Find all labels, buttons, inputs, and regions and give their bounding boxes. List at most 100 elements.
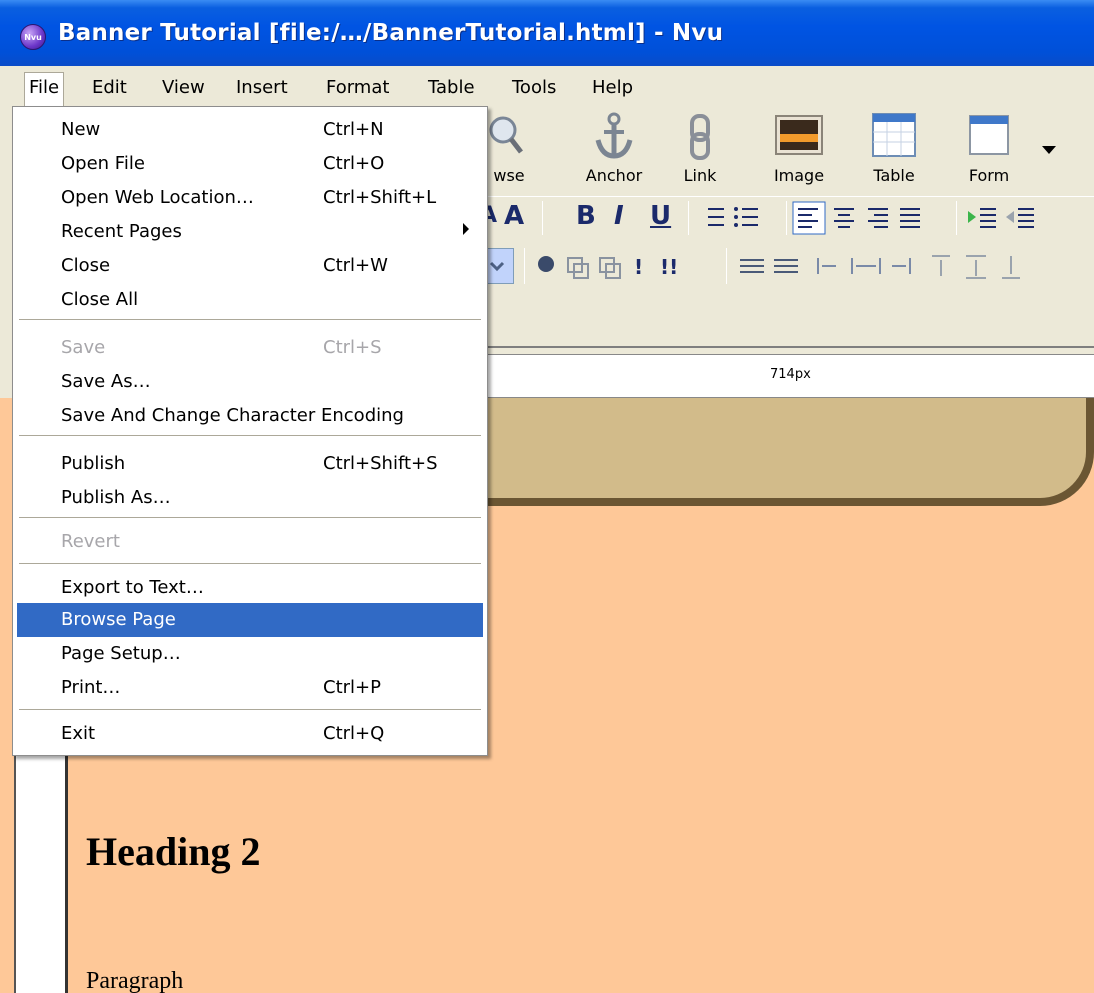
menu-separator (19, 709, 481, 711)
menu-item-new[interactable]: New Ctrl+N (17, 113, 483, 147)
menu-item-publish[interactable]: Publish Ctrl+Shift+S (17, 447, 483, 481)
bold-button[interactable]: B (576, 201, 596, 231)
image-label: Image (773, 166, 825, 185)
menu-table-label: Table (428, 77, 475, 98)
toolbar-separator (786, 201, 787, 235)
menu-table[interactable]: Table (424, 75, 479, 100)
menu-separator (19, 435, 481, 437)
larger-font-button[interactable]: A (504, 201, 524, 231)
menu-item-shortcut: Ctrl+W (323, 255, 388, 276)
menu-item-shortcut: Ctrl+Shift+S (323, 453, 438, 474)
image-icon (775, 115, 823, 155)
menu-item-publish-as[interactable]: Publish As… (17, 481, 483, 515)
toolbar-separator (688, 201, 689, 235)
menu-help-label: Help (592, 77, 634, 98)
toolbar-separator (956, 201, 957, 235)
svg-text:!!: !! (660, 255, 678, 279)
menu-item-shortcut: Ctrl+O (323, 153, 385, 174)
title-bar: Nvu Banner Tutorial [file:/…/BannerTutor… (0, 0, 1094, 66)
file-menu-dropdown: New Ctrl+N Open File Ctrl+O Open Web Locat… (12, 106, 488, 756)
menu-tools-label: Tools (512, 77, 557, 98)
menu-item-label: Export to Text… (61, 577, 204, 598)
anchor-label: Anchor (585, 166, 643, 185)
ruler: 714px (480, 354, 1094, 398)
menu-item-label: Save And Change Character Encoding (61, 405, 404, 426)
menu-view[interactable]: View (158, 75, 209, 100)
left-column (14, 748, 68, 993)
menu-item-page-setup[interactable]: Page Setup… (17, 637, 483, 671)
menu-separator (19, 517, 481, 519)
toolbar-separator (524, 248, 525, 284)
form-button[interactable]: Form (954, 108, 1024, 196)
menu-item-revert[interactable]: Revert (17, 525, 483, 559)
paragraph[interactable]: Paragraph (86, 968, 183, 993)
window-title: Banner Tutorial [file:/…/BannerTutorial.… (58, 20, 724, 46)
nvu-app-icon[interactable]: Nvu (20, 24, 46, 50)
menu-item-label: Browse Page (61, 609, 176, 630)
format-toolbar: A A B I U (480, 196, 1094, 240)
menu-edit[interactable]: Edit (88, 75, 131, 100)
list-buttons[interactable] (698, 205, 762, 231)
underline-button[interactable]: U (650, 201, 671, 231)
table-button[interactable]: Table (858, 108, 930, 196)
link-button[interactable]: Link (670, 108, 730, 196)
menu-view-label: View (162, 77, 205, 98)
composition-toolbar: wse Anchor Link Image Table Form (480, 108, 1094, 196)
toolbar-overflow-arrow-icon[interactable] (1042, 146, 1056, 154)
menu-item-label: Recent Pages (61, 221, 182, 242)
ruler-width-label: 714px (770, 367, 811, 382)
menu-insert-label: Insert (236, 77, 288, 98)
anchor-button[interactable]: Anchor (574, 108, 654, 196)
menu-tools[interactable]: Tools (508, 75, 560, 100)
menu-file-label: File (29, 77, 60, 98)
indent-buttons[interactable] (966, 205, 1046, 231)
submenu-arrow-icon (463, 223, 469, 235)
layout-buttons[interactable] (736, 252, 1086, 282)
menu-item-label: Save As… (61, 371, 151, 392)
menu-help[interactable]: Help (588, 75, 637, 100)
italic-button[interactable]: I (614, 201, 624, 231)
menu-item-save[interactable]: Save Ctrl+S (17, 331, 483, 365)
menu-item-print[interactable]: Print… Ctrl+P (17, 671, 483, 705)
menu-item-label: Open File (61, 153, 145, 174)
menu-item-shortcut: Ctrl+Q (323, 723, 385, 744)
menu-item-exit[interactable]: Exit Ctrl+Q (17, 717, 483, 751)
table-icon (872, 113, 916, 157)
menu-item-save-as[interactable]: Save As… (17, 365, 483, 399)
banner (480, 398, 1094, 506)
menu-format[interactable]: Format (322, 75, 393, 100)
form-icon (969, 115, 1009, 155)
menu-item-shortcut: Ctrl+S (323, 337, 382, 358)
menu-insert[interactable]: Insert (232, 75, 292, 100)
menu-item-label: Publish As… (61, 487, 171, 508)
image-button[interactable]: Image (762, 108, 836, 196)
menu-item-browse-page[interactable]: Browse Page (17, 603, 483, 637)
link-chain-icon (690, 114, 710, 160)
menu-file[interactable]: File (24, 72, 65, 108)
menu-format-label: Format (326, 77, 390, 98)
menu-item-label: Exit (61, 723, 96, 744)
menu-item-export-to-text[interactable]: Export to Text… (17, 571, 483, 605)
menu-separator (19, 319, 481, 321)
menu-item-close[interactable]: Close Ctrl+W (17, 249, 483, 283)
anchor-icon (595, 112, 633, 159)
menu-item-shortcut: Ctrl+Shift+L (323, 187, 437, 208)
menu-item-label: Close All (61, 289, 139, 310)
menu-item-open-web-location[interactable]: Open Web Location… Ctrl+Shift+L (17, 181, 483, 215)
menu-edit-label: Edit (92, 77, 127, 98)
menu-item-save-change-encoding[interactable]: Save And Change Character Encoding (17, 399, 483, 433)
heading-2[interactable]: Heading 2 (86, 828, 260, 875)
menu-item-close-all[interactable]: Close All (17, 283, 483, 317)
app-icon-text: Nvu (24, 32, 42, 42)
menu-item-label: Save (61, 337, 106, 358)
menu-separator (19, 563, 481, 565)
align-buttons[interactable] (792, 201, 952, 235)
object-buttons[interactable]: ! !! (536, 252, 698, 282)
menu-item-recent-pages[interactable]: Recent Pages (17, 215, 483, 249)
link-label: Link (683, 166, 717, 185)
table-label: Table (873, 166, 915, 185)
menu-item-label: Page Setup… (61, 643, 181, 664)
form-label: Form (968, 166, 1010, 185)
menu-item-open-file[interactable]: Open File Ctrl+O (17, 147, 483, 181)
menu-item-label: New (61, 119, 101, 140)
